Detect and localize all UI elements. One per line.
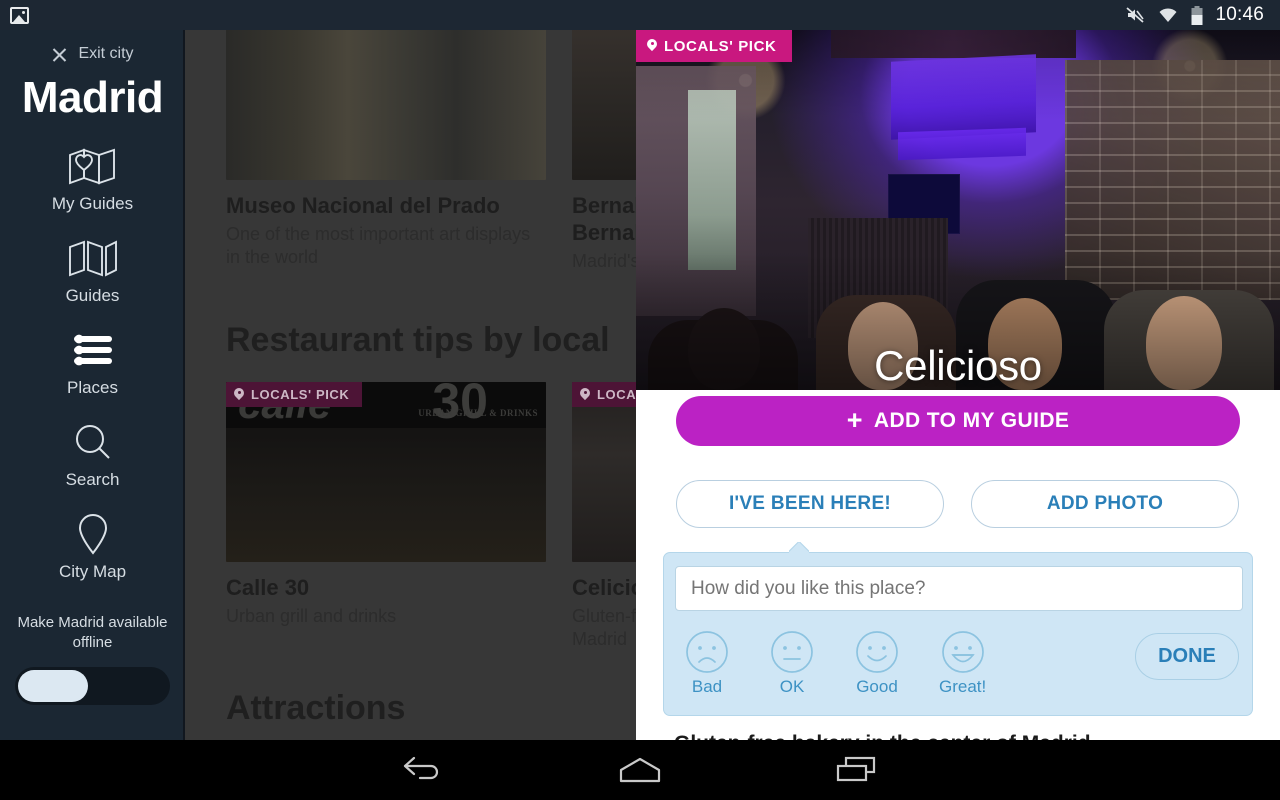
sign-number: 30	[432, 382, 488, 429]
rating-face-group: Bad OK Good Great!	[684, 629, 986, 697]
sidebar-item-label: City Map	[58, 562, 127, 581]
rating-label: OK	[779, 677, 805, 696]
sidebar-item-city-map[interactable]: City Map	[0, 513, 185, 582]
recent-apps-button[interactable]	[797, 740, 917, 800]
place-card[interactable]: Museo Nacional del Prado One of the most…	[226, 30, 546, 273]
sidebar-item-label: Guides	[65, 286, 120, 305]
neutral-face-icon	[771, 631, 813, 673]
folded-map-icon	[68, 237, 118, 279]
place-detail-panel: LOCALS' PICK Celicioso + ADD TO MY GUIDE…	[636, 30, 1280, 740]
locals-pick-badge: LOCALS' PICK	[636, 30, 793, 62]
city-title: Madrid	[21, 73, 164, 122]
sidebar-item-my-guides[interactable]: My Guides	[0, 145, 185, 214]
mute-icon	[1126, 7, 1145, 23]
rating-label: Great!	[939, 677, 987, 696]
home-button[interactable]	[580, 740, 700, 800]
sidebar-item-label: Places	[66, 378, 119, 397]
sidebar-nav: My Guides Guides Places Search City Map	[0, 145, 185, 605]
ive-been-here-button[interactable]: I'VE BEEN HERE!	[676, 480, 944, 528]
sidebar-item-places[interactable]: Places	[0, 329, 185, 398]
exit-city-button[interactable]: Exit city	[51, 45, 133, 63]
search-icon	[72, 421, 114, 463]
add-photo-button[interactable]: ADD PHOTO	[971, 480, 1239, 528]
map-pin-icon	[76, 513, 110, 555]
exit-city-label: Exit city	[78, 45, 134, 62]
restaurant-card-subtitle: Urban grill and drinks	[226, 606, 397, 626]
action-button-row: I'VE BEEN HERE! ADD PHOTO	[676, 480, 1240, 528]
rating-label: Good	[856, 677, 898, 696]
add-to-my-guide-label: ADD TO MY GUIDE	[873, 409, 1070, 432]
offline-toggle[interactable]	[15, 667, 170, 705]
review-panel: Bad OK	[663, 552, 1253, 716]
sidebar-item-label: My Guides	[51, 194, 134, 213]
rating-good[interactable]: Good	[854, 629, 900, 697]
restaurant-card[interactable]: calle 30 URBAN GRILL & DRINKS LOCALS' PI…	[226, 382, 546, 651]
recent-apps-icon	[836, 756, 876, 782]
grin-face-icon	[941, 631, 984, 673]
place-description: Gluten-free bakery in the center of Madr…	[674, 732, 1091, 740]
place-hero-photo: LOCALS' PICK Celicioso	[636, 30, 1280, 390]
back-arrow-icon	[403, 756, 439, 780]
status-bar-left	[10, 6, 29, 24]
map-pin-icon	[234, 388, 244, 402]
place-title: Celicioso	[874, 342, 1042, 389]
home-icon	[619, 757, 661, 783]
status-bar-right: 10:46	[1125, 4, 1270, 26]
ive-been-here-label: I'VE BEEN HERE!	[728, 493, 892, 514]
place-card-subtitle: One of the most important art displays i…	[226, 224, 531, 267]
restaurant-card-image: calle 30 URBAN GRILL & DRINKS LOCALS' PI…	[226, 382, 546, 562]
done-label: DONE	[1158, 645, 1216, 667]
app-window: Museo Nacional del Prado One of the most…	[0, 30, 1280, 740]
sidebar-item-guides[interactable]: Guides	[0, 237, 185, 306]
rating-ok[interactable]: OK	[769, 629, 815, 697]
sidebar-item-label: Search	[65, 470, 120, 489]
back-button[interactable]	[363, 740, 483, 800]
plus-icon: +	[846, 404, 863, 435]
speech-bubble-pointer	[789, 542, 809, 553]
locals-pick-label: LOCALS' PICK	[664, 37, 777, 55]
gallery-icon	[10, 6, 29, 24]
screen: 10:46 Museo Nacional del Prado One of th…	[0, 0, 1280, 800]
offline-label: Make Madrid available offline	[17, 614, 168, 651]
battery-icon	[1191, 5, 1203, 25]
place-card-title: Museo Nacional del Prado	[226, 193, 500, 218]
map-pin-icon	[647, 39, 657, 53]
status-bar: 10:46	[0, 0, 1280, 30]
review-input[interactable]	[675, 566, 1243, 611]
sidebar-item-search[interactable]: Search	[0, 421, 185, 490]
offline-section: Make Madrid available offline	[0, 613, 185, 705]
rating-great[interactable]: Great!	[939, 629, 986, 697]
place-card-image	[226, 30, 546, 180]
toggle-knob	[18, 670, 88, 702]
map-heart-icon	[68, 145, 118, 187]
rating-bad[interactable]: Bad	[684, 629, 730, 697]
sign-tagline: URBAN GRILL & DRINKS	[418, 408, 538, 418]
list-icon	[70, 329, 116, 371]
android-nav-bar	[0, 740, 1280, 800]
add-photo-label: ADD PHOTO	[1046, 493, 1164, 514]
sidebar: Exit city Madrid My Guides Guides Places…	[0, 30, 185, 740]
sad-face-icon	[686, 631, 728, 673]
smile-face-icon	[856, 631, 898, 673]
hero-vignette	[636, 30, 1280, 390]
wifi-icon	[1159, 8, 1177, 22]
locals-pick-label: LOCALS' PICK	[251, 387, 350, 402]
add-to-my-guide-button[interactable]: + ADD TO MY GUIDE	[676, 396, 1240, 446]
close-icon	[51, 46, 68, 63]
locals-pick-badge: LOCALS' PICK	[226, 382, 363, 407]
restaurant-card-title: Calle 30	[226, 575, 310, 600]
clock: 10:46	[1215, 4, 1264, 25]
done-button[interactable]: DONE	[1135, 633, 1239, 680]
rating-label: Bad	[691, 677, 723, 696]
map-pin-icon	[580, 388, 590, 402]
